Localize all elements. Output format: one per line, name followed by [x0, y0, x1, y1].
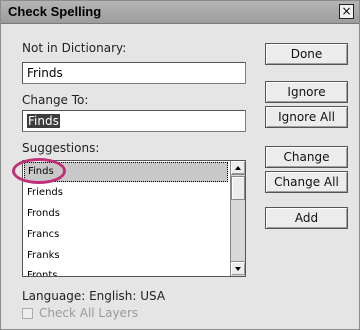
change-to-value: Finds: [27, 114, 60, 128]
title-bar[interactable]: Check Spelling ×: [1, 1, 359, 24]
suggestion-item[interactable]: Friends: [24, 183, 228, 203]
not-in-dictionary-label: Not in Dictionary:: [22, 41, 127, 55]
ignore-all-button[interactable]: Ignore All: [265, 106, 348, 128]
dialog-title: Check Spelling: [8, 4, 102, 19]
add-button[interactable]: Add: [265, 207, 348, 229]
suggestion-item[interactable]: Fronds: [24, 204, 228, 224]
check-all-layers-label: Check All Layers: [39, 306, 139, 320]
scroll-thumb[interactable]: [231, 176, 245, 200]
close-button[interactable]: ×: [339, 4, 354, 19]
suggestions-scrollbar[interactable]: [230, 161, 245, 276]
suggestion-item[interactable]: Fronts: [24, 266, 228, 276]
scroll-up-button[interactable]: [231, 161, 245, 175]
scroll-up-arrow-icon: [235, 166, 241, 170]
check-all-layers-checkbox[interactable]: [22, 308, 33, 319]
ignore-button[interactable]: Ignore: [265, 81, 348, 103]
scroll-down-arrow-icon: [235, 267, 241, 271]
suggestion-item[interactable]: Francs: [24, 225, 228, 245]
suggestions-label: Suggestions:: [22, 141, 100, 155]
close-icon: ×: [341, 4, 352, 18]
done-button[interactable]: Done: [265, 43, 348, 65]
scroll-down-button[interactable]: [231, 261, 245, 275]
change-all-button[interactable]: Change All: [265, 171, 348, 193]
check-spelling-dialog: Check Spelling × Not in Dictionary: Frin…: [0, 0, 360, 330]
highlight-annotation-ellipse: [12, 158, 66, 184]
change-button[interactable]: Change: [265, 146, 348, 168]
not-in-dictionary-field[interactable]: Frinds: [22, 62, 246, 84]
not-in-dictionary-value: Frinds: [27, 66, 63, 80]
language-label: Language: English: USA: [22, 289, 166, 303]
change-to-label: Change To:: [22, 93, 89, 107]
suggestion-item[interactable]: Franks: [24, 246, 228, 266]
change-to-field[interactable]: Finds: [22, 110, 246, 132]
